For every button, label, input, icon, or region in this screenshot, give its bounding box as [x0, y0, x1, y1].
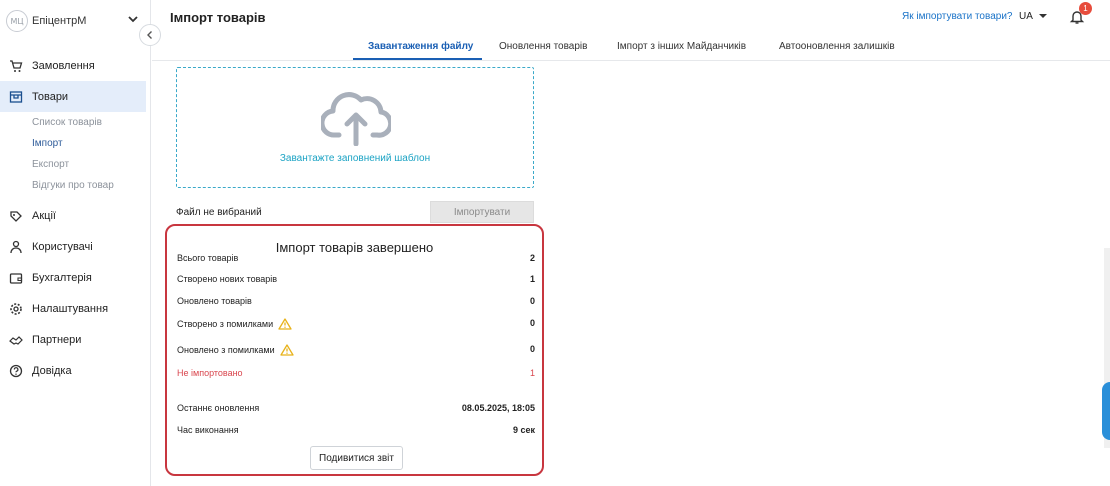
warning-icon[interactable] [279, 344, 294, 356]
file-status-label: Файл не вибраний [176, 207, 262, 218]
row-value: 1 [529, 368, 535, 378]
row-label: Оновлено з помилками [177, 345, 275, 355]
cloud-upload-icon [321, 92, 391, 146]
sidebar-item-products[interactable]: Товари [0, 81, 146, 112]
row-label: Останнє оновлення [177, 403, 260, 413]
result-row-created-with-errors: Створено з помилками 0 [177, 318, 535, 332]
row-label-group: Створено з помилками [177, 318, 292, 330]
cart-icon [9, 59, 23, 73]
submenu-item-reviews[interactable]: Відгуки про товар [0, 175, 151, 196]
tab-stock-auto-update[interactable]: Автооновлення залишків [779, 41, 895, 52]
users-icon [9, 240, 23, 254]
sidebar-item-users[interactable]: Користувачі [0, 231, 151, 262]
sidebar: МЦ ЕпіцентрМ Замовлення Товари Список то… [0, 0, 151, 486]
sidebar-item-promotions[interactable]: Акції [0, 200, 151, 231]
import-button[interactable]: Імпортувати [430, 201, 534, 223]
side-widget-tab[interactable] [1102, 382, 1110, 440]
import-result-card: Імпорт товарів завершено Всього товарів … [165, 224, 544, 476]
sidebar-item-settings[interactable]: Налаштування [0, 293, 151, 324]
sidebar-item-label: Партнери [32, 333, 82, 346]
sidebar-item-label: Користувачі [32, 240, 93, 253]
sidebar-item-help[interactable]: Довідка [0, 355, 151, 386]
top-bar: Імпорт товарів Як імпортувати товари? UA… [152, 0, 1110, 34]
row-label: Створено з помилками [177, 319, 274, 329]
language-selector[interactable]: UA [1019, 11, 1033, 22]
file-dropzone[interactable]: Завантажте заповнений шаблон [176, 67, 534, 188]
sidebar-menu: Замовлення Товари Список товарів Імпорт … [0, 50, 151, 386]
row-value: 0 [529, 344, 535, 354]
sidebar-item-label: Акції [32, 209, 56, 222]
active-tab-indicator [353, 58, 482, 60]
row-label: Оновлено товарів [177, 296, 252, 306]
result-row-duration: Час виконання 9 сек [177, 425, 535, 439]
result-row-not-imported: Не імпортовано 1 [177, 368, 535, 382]
view-report-button[interactable]: Подивитися звіт [310, 446, 403, 470]
row-value: 2 [529, 253, 535, 263]
row-label: Не імпортовано [177, 368, 243, 378]
dropzone-label: Завантажте заповнений шаблон [279, 153, 431, 164]
handshake-icon [9, 333, 23, 347]
wallet-icon [9, 271, 23, 285]
sidebar-item-label: Довідка [32, 364, 72, 377]
import-tabs: Завантаження файлу Оновлення товарів Імп… [152, 35, 1110, 61]
caret-down-icon[interactable] [1039, 14, 1047, 18]
tab-import-from-marketplaces[interactable]: Імпорт з інших Майданчиків [617, 41, 746, 52]
result-row-created: Створено нових товарів 1 [177, 274, 535, 288]
submenu-item-export[interactable]: Експорт [0, 154, 151, 175]
products-submenu: Список товарів Імпорт Експорт Відгуки пр… [0, 112, 151, 200]
result-row-updated-with-errors: Оновлено з помилками 0 [177, 344, 535, 358]
tab-file-upload[interactable]: Завантаження файлу [368, 41, 473, 52]
row-value: 0 [529, 296, 535, 306]
warning-icon[interactable] [278, 318, 292, 330]
sidebar-item-label: Товари [32, 90, 69, 103]
promo-icon [9, 209, 23, 223]
row-value: 0 [529, 318, 535, 328]
store-logo: МЦ [6, 10, 28, 32]
row-label-group: Оновлено з помилками [177, 344, 294, 356]
row-value: 1 [529, 274, 535, 284]
brand-selector[interactable]: МЦ ЕпіцентрМ [0, 0, 151, 42]
sidebar-item-accounting[interactable]: Бухгалтерія [0, 262, 151, 293]
submenu-item-product-list[interactable]: Список товарів [0, 112, 151, 133]
row-value: 08.05.2025, 18:05 [461, 403, 535, 413]
result-row-updated: Оновлено товарів 0 [177, 296, 535, 310]
result-row-last-update: Останнє оновлення 08.05.2025, 18:05 [177, 403, 535, 417]
row-label: Створено нових товарів [177, 274, 278, 284]
sidebar-item-orders[interactable]: Замовлення [0, 50, 151, 81]
tab-update-products[interactable]: Оновлення товарів [499, 41, 587, 52]
collapse-sidebar-button[interactable] [139, 24, 161, 46]
sidebar-item-partners[interactable]: Партнери [0, 324, 151, 355]
sidebar-item-label: Бухгалтерія [32, 271, 92, 284]
result-row-total: Всього товарів 2 [177, 253, 535, 267]
gear-icon [9, 302, 23, 316]
sidebar-item-label: Налаштування [32, 302, 109, 315]
sidebar-item-label: Замовлення [32, 59, 95, 72]
store-name: ЕпіцентрМ [32, 15, 87, 27]
row-value: 9 сек [512, 425, 535, 435]
submenu-item-import[interactable]: Імпорт [0, 133, 151, 154]
store-icon [9, 90, 23, 104]
chevron-left-icon [147, 31, 152, 39]
chevron-down-icon[interactable] [126, 12, 140, 26]
page-title: Імпорт товарів [170, 10, 266, 25]
row-label: Всього товарів [177, 253, 239, 263]
help-icon [9, 364, 23, 378]
row-label: Час виконання [177, 425, 239, 435]
notification-badge: 1 [1079, 2, 1092, 15]
how-to-import-link[interactable]: Як імпортувати товари? [902, 11, 1012, 22]
